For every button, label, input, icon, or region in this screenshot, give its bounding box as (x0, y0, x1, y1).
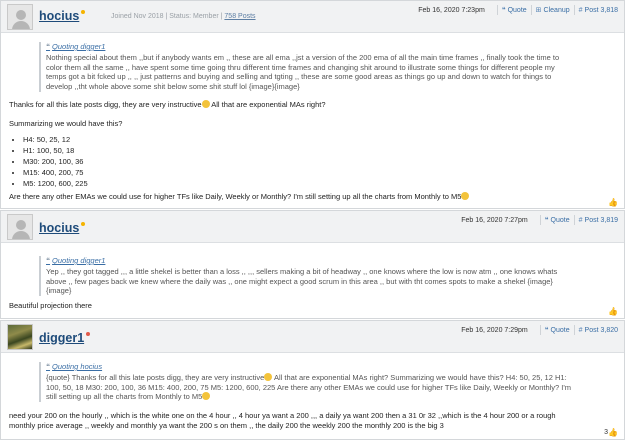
list-item: H1: 100, 50, 18 (23, 145, 88, 156)
post-3819: hocius Feb 16, 2020 7:27pm ❝ Quote # Post … (0, 210, 625, 319)
quoting-link[interactable]: ❝ Quoting digger1 (46, 42, 614, 52)
post-date: Feb 16, 2020 7:29pm (461, 326, 528, 334)
quote-line: color them all the same ,, have spent so… (46, 62, 555, 72)
post-3820: digger1 Feb 16, 2020 7:29pm ❝ Quote # Post… (0, 320, 625, 440)
ok-hand-emoji-icon (201, 100, 210, 108)
smile-emoji-icon (461, 192, 470, 200)
quoting-link[interactable]: ❝ Quoting hocius (46, 362, 614, 372)
avatar[interactable] (7, 4, 33, 30)
post-text: Are there any other EMAs we could use fo… (9, 192, 614, 202)
quote-icon: ❝ (501, 7, 506, 14)
quote-button[interactable]: ❝ Quote (544, 216, 570, 225)
joined-date: Joined Nov 2018 (111, 13, 164, 20)
list-item: M15: 400, 200, 75 (23, 167, 88, 178)
post-text: need your 200 on the hourly ,, which is … (9, 411, 614, 431)
cleanup-icon: ⊞ (535, 7, 542, 14)
quote-button[interactable]: ❝ Quote (501, 6, 527, 15)
quote-line: 100, 50, 18 M30: 200, 100, 36 M15: 400, … (46, 382, 572, 392)
post-text: Summarizing we would have this? (9, 119, 123, 128)
post-header: hocius Feb 16, 2020 7:27pm ❝ Quote # Post … (1, 211, 624, 243)
quote-icon: ❝ (46, 256, 51, 265)
list-item: M5: 1200, 600, 225 (23, 178, 88, 189)
post-number-link[interactable]: # Post 3,818 (579, 7, 618, 14)
online-status-icon (81, 222, 86, 226)
quote-icon: ❝ (544, 217, 549, 224)
offline-status-icon (86, 332, 91, 336)
post-number-icon: # (578, 326, 583, 334)
post-meta: Feb 16, 2020 7:23pm ❝ Quote ⊞ Cleanup # Pos… (418, 4, 618, 16)
quote-line: Yep ,, they got tagged ,,, a little shek… (46, 266, 558, 276)
username[interactable]: digger1 (39, 331, 91, 345)
smile-emoji-icon (202, 392, 211, 401)
list-item: M30: 200, 100, 36 (23, 156, 88, 167)
quote-line: still setting up all the charts from Mon… (46, 392, 614, 402)
post-text-line: monthly price average ,, weekly and mont… (9, 420, 444, 430)
cleanup-button[interactable]: ⊞ Cleanup (535, 6, 570, 15)
thumbs-up-icon[interactable]: 👍 (608, 307, 618, 316)
thumbs-up-icon[interactable]: 👍 (608, 198, 618, 207)
user-post-count-link[interactable]: 758 Posts (224, 13, 255, 20)
post-text-line: need your 200 on the hourly ,, which is … (9, 411, 556, 420)
quote-line: above ,, few pages back we knew where th… (46, 276, 553, 286)
online-status-icon (81, 10, 86, 14)
post-text: Beautiful projection there (9, 301, 92, 310)
quote-line: temps got a bit fcked up ,, ,, just patt… (46, 72, 552, 82)
quote-icon: ❝ (46, 42, 51, 51)
post-number-link[interactable]: # Post 3,820 (579, 327, 618, 334)
list-item: H4: 50, 25, 12 (23, 134, 88, 145)
avatar[interactable] (7, 214, 33, 240)
quote-icon: ❝ (544, 327, 549, 334)
post-meta: Feb 16, 2020 7:29pm ❝ Quote # Post 3,820 (461, 324, 618, 336)
post-3818: hocius Joined Nov 2018 | Status: Member … (0, 0, 625, 209)
post-date: Feb 16, 2020 7:23pm (418, 6, 485, 14)
post-number-icon: # (578, 216, 583, 224)
quote-line: Nothing special about them ,,but if anyb… (46, 52, 560, 62)
post-meta: Feb 16, 2020 7:27pm ❝ Quote # Post 3,819 (461, 214, 618, 226)
quote-line: {image} (46, 286, 72, 296)
avatar[interactable] (7, 324, 33, 350)
quote-block: ❝ Quoting hocius {quote} Thanks for all t… (39, 362, 614, 403)
username[interactable]: hocius (39, 9, 86, 23)
post-header: hocius Joined Nov 2018 | Status: Member … (1, 1, 624, 33)
quote-line: {quote} Thanks for all this late posts d… (46, 372, 567, 382)
username[interactable]: hocius (39, 221, 86, 235)
quote-block: ❝ Quoting digger1 Nothing special about t… (39, 42, 614, 92)
post-number-icon: # (578, 6, 583, 14)
quote-block: ❝ Quoting digger1 Yep ,, they got tagged … (39, 256, 614, 297)
quoting-link[interactable]: ❝ Quoting digger1 (46, 256, 614, 266)
quote-line: develop ,,tht whole above some shit belo… (46, 82, 300, 92)
quote-icon: ❝ (46, 362, 51, 371)
member-status: Status: Member (169, 13, 219, 20)
quote-button[interactable]: ❝ Quote (544, 326, 570, 335)
post-date: Feb 16, 2020 7:27pm (461, 216, 528, 224)
user-info: Joined Nov 2018 | Status: Member | 758 P… (111, 13, 256, 20)
post-text: Thanks for all this late posts digg, the… (9, 100, 326, 109)
post-number-link[interactable]: # Post 3,819 (579, 217, 618, 224)
post-header: digger1 Feb 16, 2020 7:29pm ❝ Quote # Post… (1, 321, 624, 353)
thumbs-up-icon[interactable]: 👍 (608, 428, 618, 437)
timeframe-list: H4: 50, 25, 12 H1: 100, 50, 18 M30: 200,… (23, 134, 88, 189)
